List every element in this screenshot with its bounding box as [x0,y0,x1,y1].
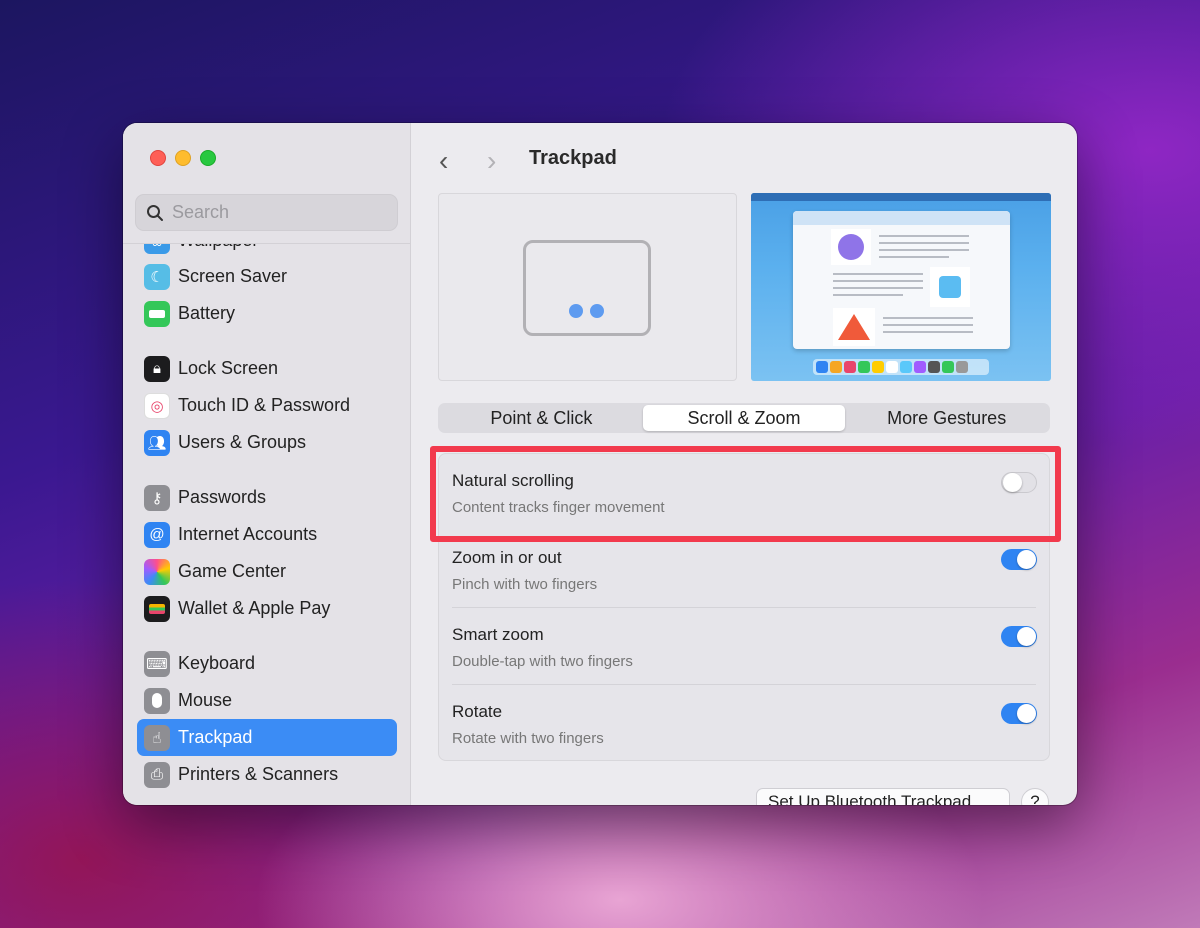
sidebar-item-internet-accounts[interactable]: @ Internet Accounts [137,516,397,553]
sidebar-item-label: Lock Screen [178,358,279,378]
settings-window: ❀ Wallpaper ☾ Screen Saver Battery 🔒︎ Lo… [123,123,1077,805]
preview-circle-card [831,229,871,265]
sidebar-item-label: Screen Saver [178,266,288,286]
sidebar-list: ❀ Wallpaper ☾ Screen Saver Battery 🔒︎ Lo… [123,243,411,805]
sidebar-item-battery[interactable]: Battery [137,295,397,332]
tab-bar: Point & Click Scroll & Zoom More Gesture… [438,403,1050,433]
setting-description: Rotate with two fingers [452,730,604,747]
printer-icon: ⎙ [144,761,170,788]
search-icon [147,204,163,221]
close-button[interactable] [150,150,166,166]
wallet-icon [144,595,170,622]
sidebar-item-label: Internet Accounts [178,524,318,544]
setting-row-smart-zoom: Smart zoom Double-tap with two fingers [439,608,1049,685]
gesture-preview-trackpad [438,193,737,381]
sidebar-item-label: Wallet & Apple Pay [178,598,331,618]
sidebar-item-printers[interactable]: ⎙ Printers & Scanners [137,756,397,793]
tab-scroll-zoom[interactable]: Scroll & Zoom [642,405,846,431]
finger-dot [590,304,604,318]
gesture-preview-screen [751,193,1051,381]
rotate-toggle[interactable] [1001,703,1037,724]
preview-menubar [751,193,1051,201]
battery-icon [144,300,170,327]
sidebar-item-label: Battery [178,303,236,323]
sidebar-item-label: Printers & Scanners [178,764,339,784]
preview-triangle-card [833,308,875,346]
zoom-button[interactable] [200,150,216,166]
search-field[interactable] [135,194,398,231]
zoom-toggle[interactable] [1001,549,1037,570]
sidebar-item-label: Touch ID & Password [178,395,351,415]
tab-point-click[interactable]: Point & Click [440,405,643,431]
back-button[interactable]: ‹ [439,145,448,177]
sidebar-item-trackpad[interactable]: ☝ Trackpad [137,719,397,756]
sidebar-item-wallpaper[interactable]: ❀ Wallpaper [137,244,397,259]
screen-saver-icon: ☾ [144,263,170,290]
lock-icon: 🔒︎ [144,355,170,382]
preview-window [793,211,1010,349]
setting-label: Rotate [452,702,503,721]
sidebar-item-label: Wallpaper [178,244,258,251]
sidebar-item-label: Passwords [178,487,267,507]
preview-square-card [930,267,970,307]
sidebar-item-screen-saver[interactable]: ☾ Screen Saver [137,258,397,295]
sidebar-item-mouse[interactable]: Mouse [137,682,397,719]
sidebar-item-users-groups[interactable]: 👥︎ Users & Groups [137,424,397,461]
setting-description: Double-tap with two fingers [452,653,633,670]
mouse-icon [144,687,170,714]
sidebar-item-lock-screen[interactable]: 🔒︎ Lock Screen [137,350,397,387]
smart-zoom-toggle[interactable] [1001,626,1037,647]
sidebar-item-label: Keyboard [178,653,256,673]
help-button[interactable]: ? [1021,788,1049,805]
sidebar-item-wallet[interactable]: Wallet & Apple Pay [137,590,397,627]
main-pane: ‹ › Trackpad Point & Click Scroll & Zoom… [411,123,1077,805]
fingerprint-icon: ◎ [144,392,170,419]
tab-more-gestures[interactable]: More Gestures [845,405,1048,431]
sidebar-item-label: Game Center [178,561,287,581]
sidebar-item-touch-id[interactable]: ◎ Touch ID & Password [137,387,397,424]
trackpad-illustration [523,240,651,336]
setup-bluetooth-trackpad-button[interactable]: Set Up Bluetooth Trackpad [756,788,1010,805]
users-icon: 👥︎ [144,429,170,456]
sidebar-item-label: Users & Groups [178,432,307,452]
key-icon: ⚷ [144,484,170,511]
page-title: Trackpad [529,147,617,169]
setting-row-rotate: Rotate Rotate with two fingers [439,685,1049,762]
game-center-icon [144,558,170,585]
keyboard-icon: ⌨ [144,650,170,677]
setting-row-zoom: Zoom in or out Pinch with two fingers [439,531,1049,608]
sidebar-item-keyboard[interactable]: ⌨ Keyboard [137,645,397,682]
trackpad-icon: ☝ [144,724,170,751]
setting-label: Zoom in or out [452,548,562,567]
preview-dock [813,359,989,375]
search-input[interactable] [172,202,392,223]
window-controls [150,150,216,166]
sidebar-item-label: Mouse [178,690,233,710]
sidebar-item-passwords[interactable]: ⚷ Passwords [137,479,397,516]
finger-dot [569,304,583,318]
sidebar: ❀ Wallpaper ☾ Screen Saver Battery 🔒︎ Lo… [123,123,411,805]
sidebar-item-label: Trackpad [178,727,253,747]
at-icon: @ [144,521,170,548]
forward-button[interactable]: › [487,145,496,177]
sidebar-item-game-center[interactable]: Game Center [137,553,397,590]
setting-description: Pinch with two fingers [452,576,598,593]
highlight-box [430,446,1061,542]
minimize-button[interactable] [175,150,191,166]
wallpaper-icon: ❀ [144,244,170,254]
setting-label: Smart zoom [452,625,544,644]
